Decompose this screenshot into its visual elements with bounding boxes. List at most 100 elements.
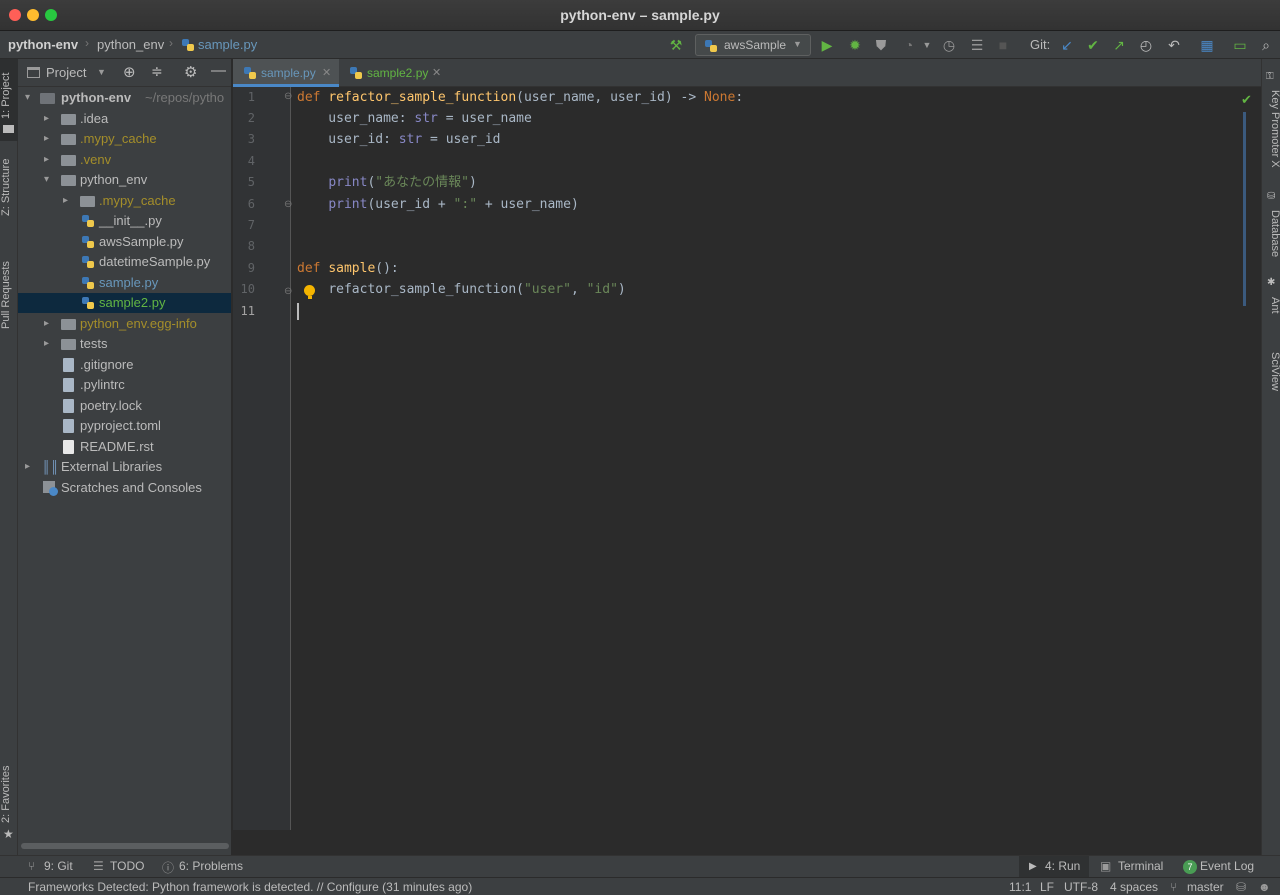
function-name: sample [328,261,376,276]
tool-tab-project[interactable]: 1: Project [0,65,18,127]
rollback-undo-icon[interactable]: ↶ [1165,36,1183,54]
tree-item-label: .gitignore [80,357,134,372]
close-tab-icon[interactable]: ✕ [322,59,331,87]
chevron-down-icon[interactable]: ▼ [918,36,936,54]
function-name: refactor_sample_function [328,90,517,105]
git-branch[interactable]: master [1187,880,1224,894]
profile-icon[interactable]: ◔ [900,36,918,54]
collapsed-arrow-icon[interactable]: ▸ [44,150,54,170]
breadcrumb-file[interactable]: sample.py [198,37,257,52]
status-message[interactable]: Frameworks Detected: Python framework is… [28,880,472,894]
presentation-icon[interactable]: ▭ [1231,36,1249,54]
tree-item-python-env-package[interactable]: ▾ python_env [18,170,231,190]
collapsed-arrow-icon[interactable]: ▸ [44,129,54,149]
git-push-arrow-icon[interactable]: ↗ [1110,36,1128,54]
build-hammer-icon[interactable]: ⚒ [667,36,685,54]
tool-tab-key-promoter[interactable]: Key Promoter X [1262,87,1280,171]
code-text: = user_id [422,132,501,147]
tree-item-pyproject-toml[interactable]: pyproject.toml [18,416,231,436]
tree-item-label: .pylintrc [80,377,125,392]
tool-tab-sciview[interactable]: SciView [1262,349,1280,393]
tree-item-mypy-cache[interactable]: ▸ .mypy_cache [18,129,231,149]
python-file-icon [82,215,94,227]
tree-item-label: __init__.py [99,213,162,228]
tool-button-run[interactable]: 4: Run [1045,859,1080,873]
hide-minus-icon[interactable]: — [211,62,226,79]
project-structure-icon[interactable]: ▦ [1198,36,1216,54]
breadcrumb-package[interactable]: python_env [97,37,164,52]
tree-item-sample-py[interactable]: sample.py [18,273,231,293]
run-configuration-select[interactable]: awsSample ▼ [695,34,811,56]
git-update-arrow-icon[interactable]: ↙ [1058,36,1076,54]
locate-target-icon[interactable]: ⊕ [123,63,136,81]
tree-item-egg-info[interactable]: ▸ python_env.egg-info [18,314,231,334]
indent-setting[interactable]: 4 spaces [1110,880,1158,894]
tree-item-pylintrc[interactable]: .pylintrc [18,375,231,395]
line-number: 4 [247,154,255,168]
tree-item-mypy-cache-nested[interactable]: ▸ .mypy_cache [18,191,231,211]
tool-button-problems[interactable]: 6: Problems [179,859,243,873]
collapsed-arrow-icon[interactable]: ▸ [44,109,54,129]
folder-icon [61,134,76,145]
tool-tab-structure[interactable]: Z: Structure [0,151,18,223]
tree-item-scratches[interactable]: Scratches and Consoles [18,478,231,498]
tree-item-sample2-py-selected[interactable]: sample2.py [18,293,231,313]
breadcrumb-project[interactable]: python-env [8,37,78,52]
collapse-all-icon[interactable]: ≑ [151,63,163,80]
collapsed-arrow-icon[interactable]: ▸ [63,191,73,211]
gear-icon[interactable]: ⚙ [184,63,197,81]
fold-marker-icon[interactable]: ⊖ [284,91,292,102]
tool-tab-pull-requests[interactable]: Pull Requests [0,255,18,335]
tree-item-tests[interactable]: ▸ tests [18,334,231,354]
tree-root-project[interactable]: ▾ python-env ~/repos/pytho [18,88,231,108]
tool-button-terminal[interactable]: Terminal [1118,859,1163,873]
star-icon: ★ [3,827,14,841]
tree-item-idea[interactable]: ▸ .idea [18,109,231,129]
tree-item-awssample-py[interactable]: awsSample.py [18,232,231,252]
concurrency-icon[interactable]: ◷ [940,36,958,54]
fold-marker-icon[interactable]: ⊖ [284,286,292,297]
collapsed-arrow-icon[interactable]: ▸ [25,457,35,477]
collapsed-arrow-icon[interactable]: ▸ [44,314,54,334]
tool-button-event-log[interactable]: Event Log [1200,859,1254,873]
project-panel-title[interactable]: Project [46,65,86,80]
run-icon[interactable]: ▶ [818,36,836,54]
tree-item-external-libraries[interactable]: ▸ ║║ External Libraries [18,457,231,477]
tree-item-venv[interactable]: ▸ .venv [18,150,231,170]
python-file-icon [705,40,717,52]
python-file-icon [82,297,94,309]
caret-position[interactable]: 11:1 [1009,880,1031,894]
tool-tab-ant[interactable]: Ant [1262,293,1280,317]
coverage-shield-icon[interactable]: ⛊ [872,36,890,54]
inspector-icon[interactable]: ☻ [1258,880,1271,894]
git-commit-check-icon[interactable]: ✔ [1084,36,1102,54]
search-icon[interactable]: ⌕ [1257,36,1275,54]
stop-icon[interactable]: ■ [994,36,1012,54]
debug-bug-icon[interactable]: ✹ [846,36,864,54]
horizontal-scrollbar[interactable] [21,843,229,849]
tool-button-git[interactable]: 9: Git [44,859,73,873]
scroll-marker[interactable] [1243,112,1246,306]
run-list-icon[interactable]: ☰ [968,36,986,54]
tab-sample2-py[interactable]: sample2.py ✕ [339,59,447,87]
line-separator[interactable]: LF [1040,880,1054,894]
tool-button-todo[interactable]: TODO [110,859,144,873]
no-problems-check-icon[interactable]: ✔ [1241,92,1252,108]
collapsed-arrow-icon[interactable]: ▸ [44,334,54,354]
tree-item-init-py[interactable]: __init__.py [18,211,231,231]
expanded-arrow-icon[interactable]: ▾ [44,170,54,190]
git-history-clock-icon[interactable]: ◴ [1137,36,1155,54]
fold-marker-icon[interactable]: ⊖ [284,199,292,210]
close-tab-icon[interactable]: ✕ [432,59,441,87]
tab-sample-py[interactable]: sample.py ✕ [233,59,339,87]
file-encoding[interactable]: UTF-8 [1064,880,1098,894]
tool-tab-favorites[interactable]: 2: Favorites [0,759,18,829]
chevron-down-icon[interactable]: ▼ [97,67,106,77]
tool-tab-database[interactable]: Database [1262,207,1280,261]
tree-item-datetimesample-py[interactable]: datetimeSample.py [18,252,231,272]
expanded-arrow-icon[interactable]: ▾ [25,88,35,108]
tree-item-poetry-lock[interactable]: poetry.lock [18,396,231,416]
tree-item-gitignore[interactable]: .gitignore [18,355,231,375]
lock-icon[interactable]: ⛁ [1236,880,1246,894]
tree-item-readme[interactable]: README.rst [18,437,231,457]
